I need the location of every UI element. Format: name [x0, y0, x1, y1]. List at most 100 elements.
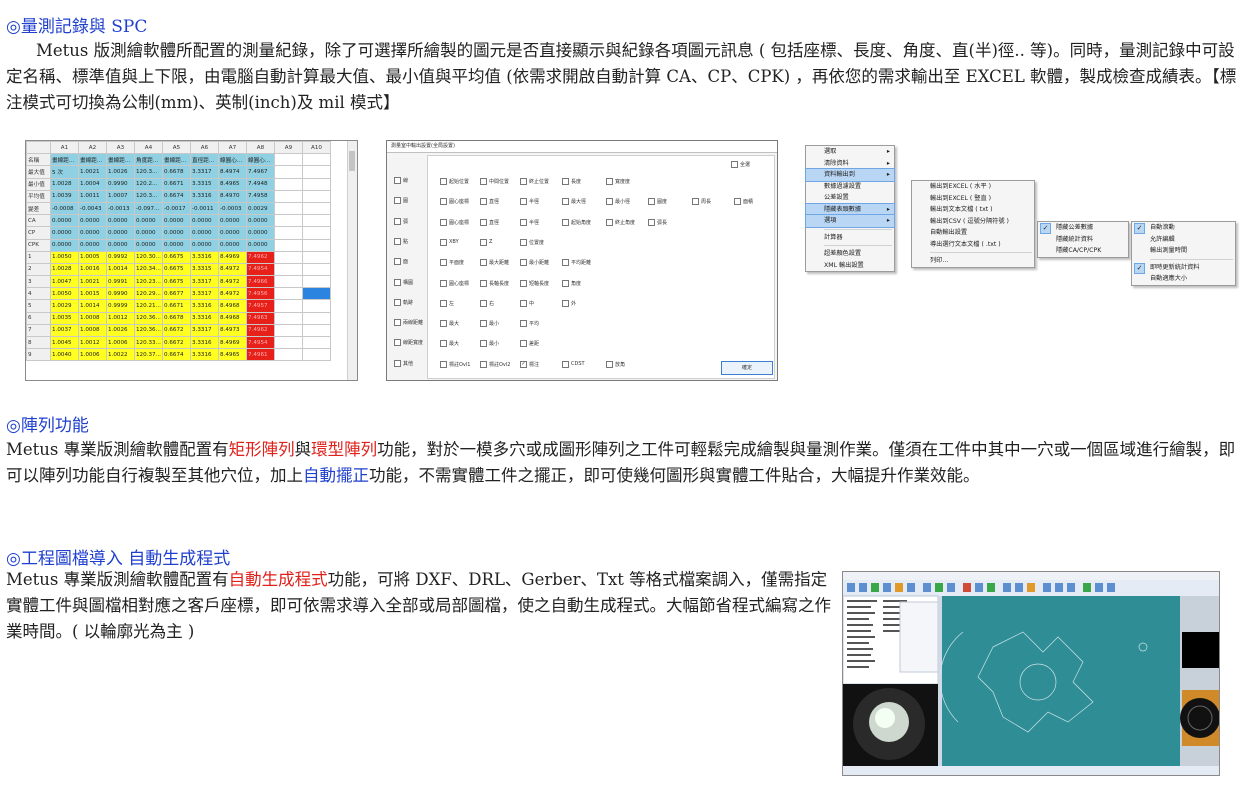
- table-cell[interactable]: 畫線距...: [162, 153, 191, 167]
- option-checkbox[interactable]: 右: [480, 299, 494, 307]
- table-cell[interactable]: 1.0035: [50, 311, 79, 325]
- table-cell[interactable]: 1.0045: [50, 335, 79, 350]
- table-cell[interactable]: [274, 262, 303, 277]
- menu-item[interactable]: 輸出到CSV ( 逗號分隔符號 ): [912, 216, 1034, 228]
- row-header[interactable]: 名稱: [26, 153, 51, 167]
- menu-item[interactable]: ✓ 自動滾動: [1132, 222, 1235, 234]
- table-cell[interactable]: 0.0000: [246, 214, 275, 228]
- row-header[interactable]: 最小值: [26, 177, 51, 191]
- table-cell[interactable]: 8.4965: [218, 348, 247, 362]
- menu-item[interactable]: 輸出測量時間: [1132, 245, 1235, 257]
- table-cell[interactable]: 線圓心...: [246, 153, 275, 167]
- option-checkbox[interactable]: 差距: [520, 340, 539, 348]
- table-cell[interactable]: 0.6674: [162, 189, 191, 203]
- table-cell[interactable]: 120.36...: [134, 323, 163, 338]
- table-cell[interactable]: 120.36...: [134, 311, 163, 325]
- table-cell[interactable]: 120.21...: [134, 299, 163, 313]
- menu-item[interactable]: 自動適應大小: [1132, 273, 1235, 285]
- option-checkbox[interactable]: 最大: [440, 320, 459, 328]
- table-cell[interactable]: 0.0000: [190, 238, 219, 252]
- table-cell[interactable]: 120.2...: [134, 177, 163, 191]
- row-header[interactable]: 變差: [26, 201, 51, 216]
- option-checkbox[interactable]: 中間位置: [480, 178, 509, 185]
- option-checkbox[interactable]: 終止位置: [520, 178, 549, 185]
- option-checkbox[interactable]: 圓心座標: [440, 279, 469, 287]
- table-cell[interactable]: [302, 275, 331, 289]
- table-cell[interactable]: 1.0026: [106, 165, 135, 179]
- option-checkbox[interactable]: 短軸長度: [520, 279, 549, 287]
- menu-item[interactable]: 隱藏表頭數據 ▸: [805, 202, 895, 216]
- table-cell[interactable]: 0.6674: [162, 348, 191, 362]
- table-cell[interactable]: 畫線距...: [106, 153, 135, 167]
- option-checkbox[interactable]: 最大: [440, 340, 459, 348]
- table-cell[interactable]: 1.0047: [50, 275, 79, 289]
- table-cell[interactable]: 1.0014: [78, 299, 107, 313]
- menu-item[interactable]: 超差顏色設置: [806, 248, 894, 260]
- row-header[interactable]: 1: [26, 250, 51, 264]
- option-checkbox[interactable]: 面積: [734, 198, 753, 206]
- table-cell[interactable]: [302, 201, 331, 216]
- table-cell[interactable]: [302, 323, 331, 338]
- table-cell[interactable]: 0.6677: [162, 287, 191, 301]
- table-cell[interactable]: 7.4957: [246, 299, 275, 313]
- option-checkbox[interactable]: 終止角度: [606, 218, 635, 226]
- table-cell[interactable]: [274, 348, 303, 362]
- table-cell[interactable]: 120.33...: [134, 335, 163, 350]
- table-cell[interactable]: -0.0017: [162, 201, 191, 216]
- option-checkbox[interactable]: 半徑: [520, 198, 539, 206]
- table-cell[interactable]: 8.4969: [218, 250, 247, 264]
- table-cell[interactable]: [302, 226, 331, 240]
- table-cell[interactable]: 0.0000: [162, 226, 191, 240]
- option-checkbox[interactable]: 最小: [480, 340, 499, 348]
- table-cell[interactable]: 1.0008: [78, 323, 107, 338]
- option-checkbox[interactable]: 圓心座標: [440, 218, 469, 226]
- option-checkbox[interactable]: 長度: [562, 178, 581, 185]
- table-cell[interactable]: 7.4954: [246, 262, 275, 277]
- category-checkbox[interactable]: 點: [394, 237, 408, 245]
- table-cell[interactable]: 1.0014: [106, 262, 135, 277]
- category-checkbox[interactable]: 圓: [394, 197, 408, 205]
- category-checkbox[interactable]: 線: [394, 177, 408, 184]
- option-checkbox[interactable]: 最大距離: [480, 259, 509, 267]
- table-cell[interactable]: 0.6671: [162, 177, 191, 191]
- table-cell[interactable]: 0.0000: [50, 214, 79, 228]
- table-cell[interactable]: 5 次: [50, 165, 79, 179]
- table-cell[interactable]: 畫線距...: [50, 153, 79, 167]
- table-cell[interactable]: 120.30...: [134, 250, 163, 264]
- option-checkbox[interactable]: 直徑: [480, 218, 499, 226]
- table-cell[interactable]: 0.0000: [218, 238, 247, 252]
- table-cell[interactable]: 0.0000: [246, 226, 275, 240]
- table-cell[interactable]: 0.6672: [162, 323, 191, 338]
- table-cell[interactable]: 8.4965: [218, 177, 247, 191]
- table-cell[interactable]: 3.3316: [190, 299, 219, 313]
- table-cell[interactable]: [302, 311, 331, 325]
- table-cell[interactable]: 1.0016: [78, 262, 107, 277]
- table-cell[interactable]: -0.0008: [50, 201, 79, 216]
- menu-item[interactable]: 計算器: [806, 232, 894, 244]
- column-header[interactable]: A3: [106, 141, 135, 155]
- category-checkbox[interactable]: 面: [394, 258, 408, 266]
- table-cell[interactable]: 1.0006: [106, 335, 135, 350]
- table-cell[interactable]: [274, 177, 303, 191]
- table-cell[interactable]: 0.0000: [106, 238, 135, 252]
- menu-item[interactable]: 允許編輯: [1132, 234, 1235, 246]
- table-cell[interactable]: [302, 189, 331, 203]
- table-cell[interactable]: 0.9991: [106, 275, 135, 289]
- option-checkbox[interactable]: CDST: [562, 360, 585, 368]
- menu-item[interactable]: 自動輸出設置: [912, 227, 1034, 239]
- column-header[interactable]: A4: [134, 141, 163, 155]
- table-cell[interactable]: 1.0050: [50, 287, 79, 301]
- table-cell[interactable]: 1.0050: [50, 250, 79, 264]
- category-checkbox[interactable]: 線距寬度: [394, 339, 423, 347]
- table-cell[interactable]: 3.3315: [190, 262, 219, 277]
- table-cell[interactable]: 1.0026: [106, 323, 135, 338]
- menu-item[interactable]: 選項 ▸: [805, 214, 895, 228]
- table-cell[interactable]: 3.3316: [190, 348, 219, 362]
- table-cell[interactable]: 0.6675: [162, 275, 191, 289]
- option-checkbox[interactable]: 平均距離: [562, 259, 591, 267]
- row-header[interactable]: 6: [26, 311, 51, 325]
- table-cell[interactable]: 120.34...: [134, 262, 163, 277]
- table-cell[interactable]: 120.3...: [134, 165, 163, 179]
- table-cell[interactable]: 0.0000: [190, 214, 219, 228]
- row-header[interactable]: 最大值: [26, 165, 51, 179]
